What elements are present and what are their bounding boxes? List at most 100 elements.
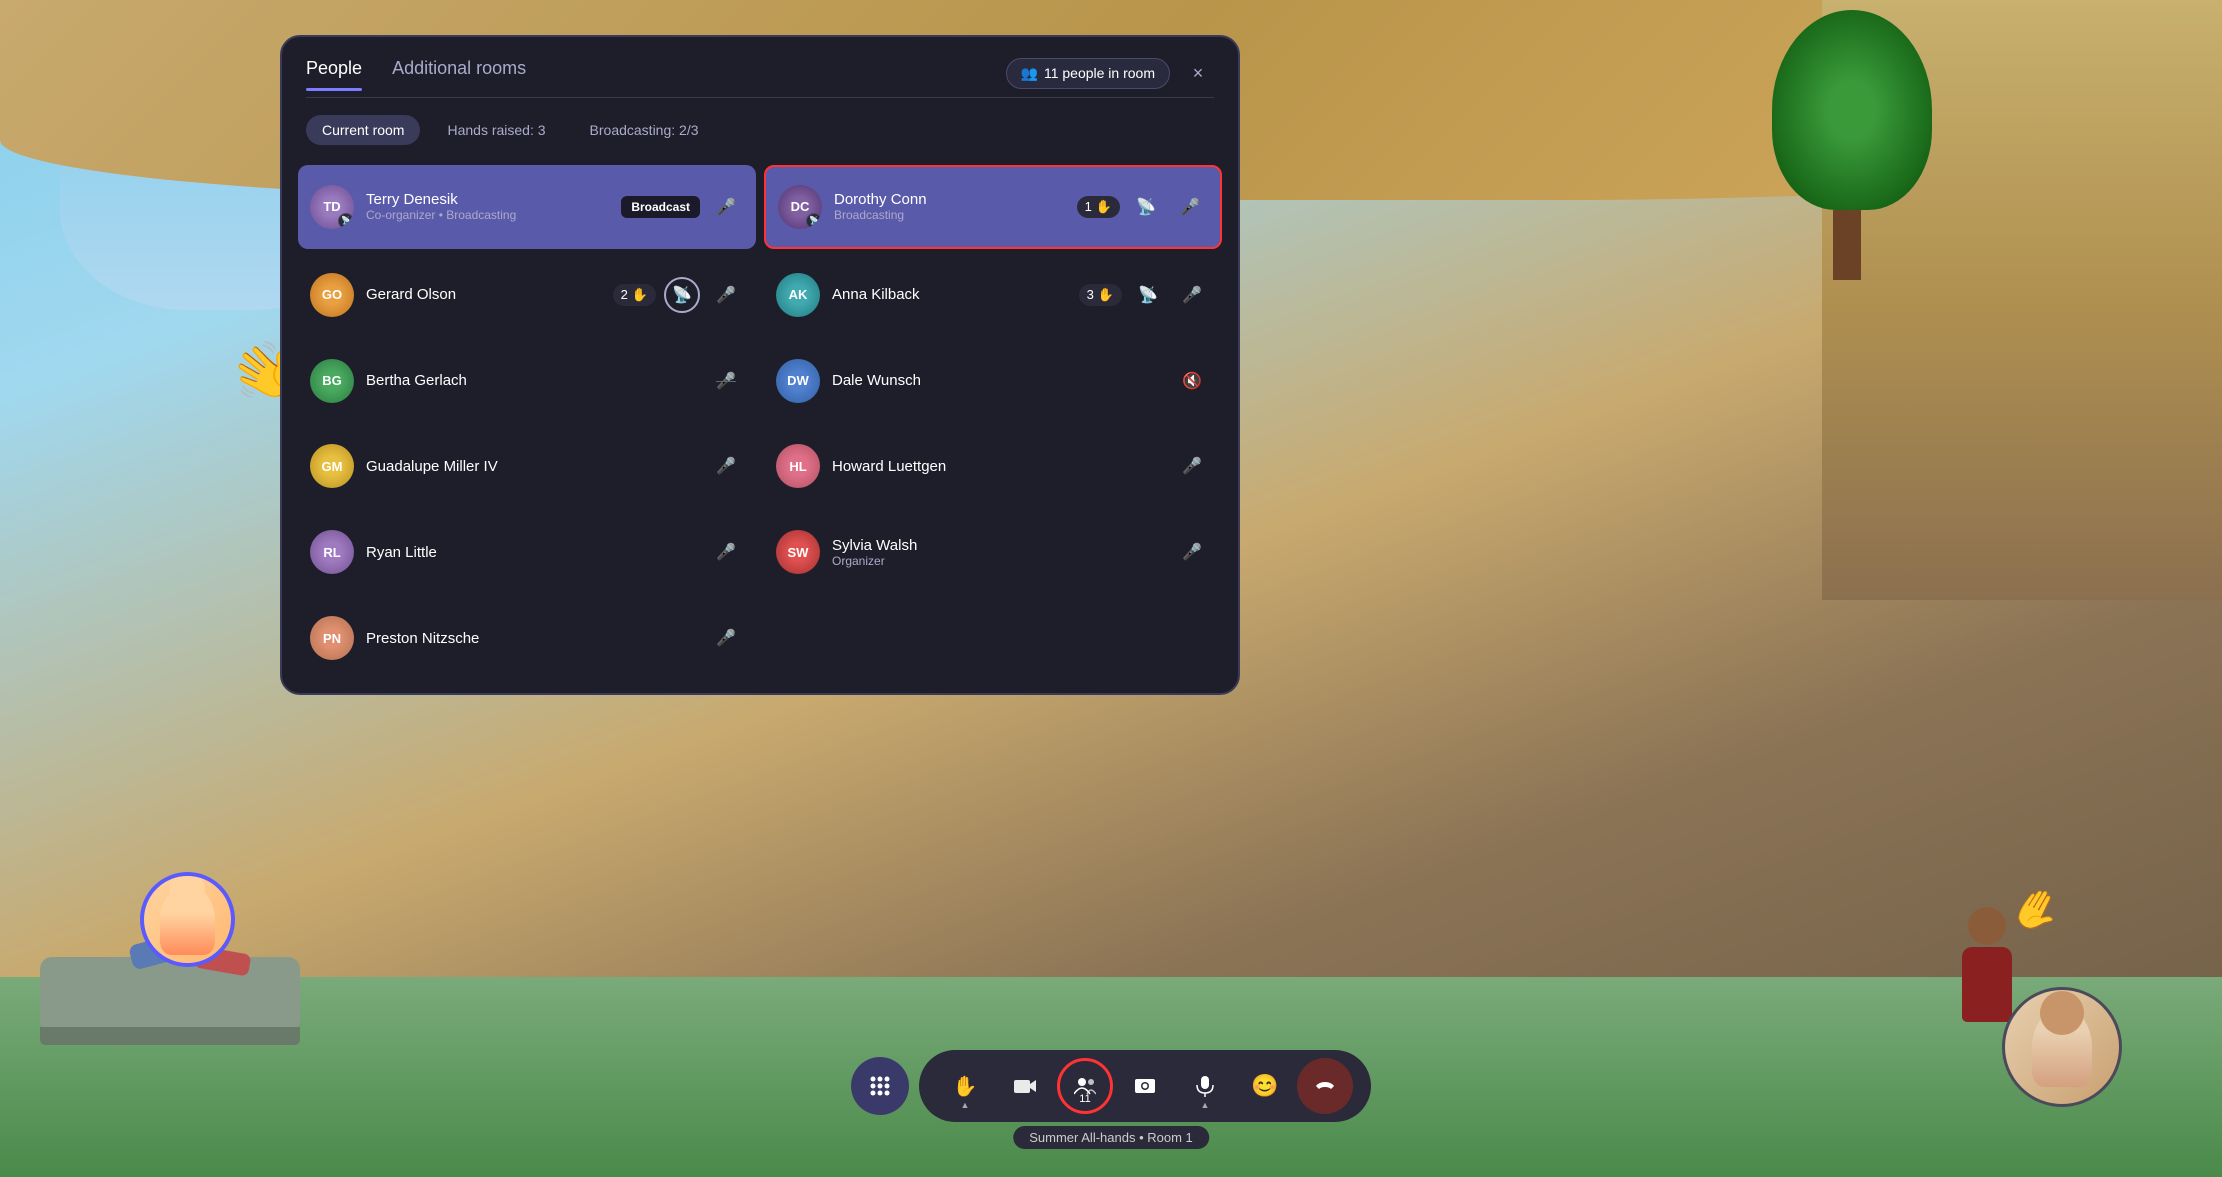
- avatar-sylvia: SW: [776, 530, 820, 574]
- preston-mic-icon[interactable]: 🎤: [708, 620, 744, 656]
- participant-sylvia[interactable]: SW Sylvia Walsh Organizer 🎤: [764, 512, 1222, 592]
- apps-button[interactable]: [851, 1057, 909, 1115]
- dorothy-name: Dorothy Conn: [834, 191, 1077, 208]
- participant-dale[interactable]: DW Dale Wunsch 🔇: [764, 341, 1222, 421]
- end-call-button[interactable]: [1297, 1058, 1353, 1114]
- avatar-anna: AK: [776, 273, 820, 317]
- terry-role: Co-organizer • Broadcasting: [366, 208, 621, 222]
- avatar-bertha: BG: [310, 359, 354, 403]
- participant-howard[interactable]: HL Howard Luettgen 🎤: [764, 426, 1222, 506]
- sylvia-mic-icon[interactable]: 🎤: [1174, 534, 1210, 570]
- panel-header: People Additional rooms 👥 11 people in r…: [282, 37, 1238, 89]
- filter-current-room[interactable]: Current room: [306, 115, 420, 145]
- anna-mic-icon[interactable]: 🎤: [1174, 277, 1210, 313]
- anna-actions: 3✋ 📡 🎤: [1079, 277, 1210, 313]
- dale-actions: 🔇: [1174, 363, 1210, 399]
- preston-info: Preston Nitzsche: [366, 630, 708, 647]
- dorothy-actions: 1✋ 📡 🎤: [1077, 189, 1208, 225]
- dorothy-hands: 1✋: [1077, 196, 1120, 218]
- bertha-actions: 🎤: [708, 363, 744, 399]
- howard-mic-icon[interactable]: 🎤: [1174, 448, 1210, 484]
- avatar-dale: DW: [776, 359, 820, 403]
- preston-actions: 🎤: [708, 620, 744, 656]
- dorothy-info: Dorothy Conn Broadcasting: [834, 191, 1077, 222]
- people-count-badge: 👥 11 people in room: [1006, 58, 1170, 89]
- guadalupe-mic-icon[interactable]: 🎤: [708, 448, 744, 484]
- close-button[interactable]: ×: [1182, 57, 1214, 89]
- dale-name: Dale Wunsch: [832, 372, 1174, 389]
- bertha-name: Bertha Gerlach: [366, 372, 708, 389]
- emoji-button[interactable]: 😊: [1237, 1058, 1293, 1114]
- people-button[interactable]: 11: [1057, 1058, 1113, 1114]
- gerard-hands: 2✋: [613, 284, 656, 306]
- ryan-mic-icon[interactable]: 🎤: [708, 534, 744, 570]
- participant-terry[interactable]: TD 📡 Terry Denesik Co-organizer • Broadc…: [298, 165, 756, 249]
- avatar-gerard: GO: [310, 273, 354, 317]
- bertha-mic-icon[interactable]: 🎤: [708, 363, 744, 399]
- sylvia-info: Sylvia Walsh Organizer: [832, 537, 1174, 568]
- guadalupe-actions: 🎤: [708, 448, 744, 484]
- preston-name: Preston Nitzsche: [366, 630, 708, 647]
- terry-name: Terry Denesik: [366, 191, 621, 208]
- avatar-howard: HL: [776, 444, 820, 488]
- anna-broadcast-icon[interactable]: 📡: [1130, 277, 1166, 313]
- couch: [20, 957, 300, 1027]
- avatar-left: [140, 872, 235, 967]
- filter-hands-raised[interactable]: Hands raised: 3: [430, 114, 562, 146]
- filter-row: Current room Hands raised: 3 Broadcastin…: [282, 98, 1238, 162]
- avatar-guadalupe: GM: [310, 444, 354, 488]
- avatar-dorothy: DC 📡: [778, 185, 822, 229]
- participant-guadalupe[interactable]: GM Guadalupe Miller IV 🎤: [298, 426, 756, 506]
- people-count-text: 11 people in room: [1044, 65, 1155, 81]
- participant-bertha[interactable]: BG Bertha Gerlach 🎤: [298, 341, 756, 421]
- avatar-ryan: RL: [310, 530, 354, 574]
- terry-actions: Broadcast 🎤: [621, 189, 744, 225]
- sylvia-role: Organizer: [832, 554, 1174, 568]
- people-icon: 👥: [1021, 65, 1038, 82]
- camera-button[interactable]: [997, 1058, 1053, 1114]
- participant-ryan[interactable]: RL Ryan Little 🎤: [298, 512, 756, 592]
- anna-hands: 3✋: [1079, 284, 1122, 306]
- gerard-broadcast-icon[interactable]: 📡: [664, 277, 700, 313]
- mic-button[interactable]: ▲: [1177, 1058, 1233, 1114]
- anna-name: Anna Kilback: [832, 286, 1079, 303]
- dorothy-mic-icon[interactable]: 🎤: [1172, 189, 1208, 225]
- toolbar-pill: ✋ ▲ 11: [919, 1050, 1371, 1122]
- participant-preston[interactable]: PN Preston Nitzsche 🎤: [298, 598, 756, 678]
- ryan-name: Ryan Little: [366, 544, 708, 561]
- participants-grid: TD 📡 Terry Denesik Co-organizer • Broadc…: [282, 162, 1238, 693]
- photo-button[interactable]: [1117, 1058, 1173, 1114]
- people-panel: People Additional rooms 👥 11 people in r…: [280, 35, 1240, 695]
- howard-actions: 🎤: [1174, 448, 1210, 484]
- dorothy-avatar-badge: 📡: [806, 213, 822, 229]
- howard-name: Howard Luettgen: [832, 458, 1174, 475]
- dorothy-broadcast-icon[interactable]: 📡: [1128, 189, 1164, 225]
- terry-broadcast-badge: Broadcast: [621, 196, 700, 218]
- raise-hand-button[interactable]: ✋ ▲: [937, 1058, 993, 1114]
- dale-info: Dale Wunsch: [832, 372, 1174, 389]
- participant-gerard[interactable]: GO Gerard Olson 2✋ 📡 🎤: [298, 255, 756, 335]
- avatar-preston: PN: [310, 616, 354, 660]
- sylvia-name: Sylvia Walsh: [832, 537, 1174, 554]
- dorothy-role: Broadcasting: [834, 208, 1077, 222]
- person-right: ✋: [1962, 907, 2012, 1022]
- tree: [1762, 10, 1932, 280]
- participant-dorothy[interactable]: DC 📡 Dorothy Conn Broadcasting 1✋ 📡 🎤: [764, 165, 1222, 249]
- tab-people[interactable]: People: [306, 58, 362, 89]
- dale-mic-icon[interactable]: 🔇: [1174, 363, 1210, 399]
- gerard-name: Gerard Olson: [366, 286, 613, 303]
- participant-anna[interactable]: AK Anna Kilback 3✋ 📡 🎤: [764, 255, 1222, 335]
- terry-avatar-badge: 📡: [338, 213, 354, 229]
- sylvia-actions: 🎤: [1174, 534, 1210, 570]
- gerard-mic-icon[interactable]: 🎤: [708, 277, 744, 313]
- anna-info: Anna Kilback: [832, 286, 1079, 303]
- tab-rooms[interactable]: Additional rooms: [392, 58, 526, 89]
- header-right: 👥 11 people in room ×: [1006, 57, 1214, 89]
- filter-broadcasting[interactable]: Broadcasting: 2/3: [573, 114, 716, 146]
- avatar-bottom-right: [2002, 987, 2122, 1107]
- toolbar-container: ✋ ▲ 11: [851, 1050, 1371, 1122]
- terry-info: Terry Denesik Co-organizer • Broadcastin…: [366, 191, 621, 222]
- bertha-info: Bertha Gerlach: [366, 372, 708, 389]
- ryan-actions: 🎤: [708, 534, 744, 570]
- terry-mic-icon[interactable]: 🎤: [708, 189, 744, 225]
